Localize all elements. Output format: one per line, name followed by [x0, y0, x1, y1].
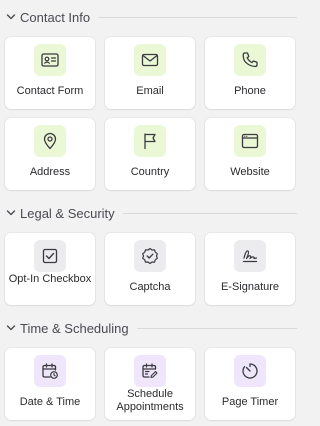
field-label: Page Timer	[221, 396, 279, 408]
field-card-e-signature[interactable]: E-Signature	[205, 233, 295, 305]
calendar-edit-icon	[134, 355, 166, 387]
badge-check-icon	[134, 240, 166, 272]
chevron-down-icon	[4, 323, 18, 333]
field-card-country[interactable]: Country	[105, 118, 195, 190]
field-card-email[interactable]: Email	[105, 37, 195, 109]
browser-window-icon	[234, 125, 266, 157]
timer-icon	[234, 355, 266, 387]
field-label: Date & Time	[19, 396, 81, 408]
envelope-icon	[134, 44, 166, 76]
checkbox-icon	[34, 240, 66, 272]
field-card-phone[interactable]: Phone	[205, 37, 295, 109]
divider	[98, 16, 297, 18]
field-card-schedule-appointments[interactable]: Schedule Appointments	[105, 348, 195, 420]
field-label: Opt-In Checkbox	[8, 273, 92, 285]
phone-icon	[234, 44, 266, 76]
field-card-captcha[interactable]: Captcha	[105, 233, 195, 305]
map-pin-icon	[34, 125, 66, 157]
section-title: Contact Info	[20, 9, 91, 25]
field-label: Website	[230, 166, 270, 178]
field-card-address[interactable]: Address	[5, 118, 95, 190]
field-label: Phone	[234, 85, 266, 97]
divider	[136, 327, 297, 329]
field-card-page-timer[interactable]: Page Timer	[205, 348, 295, 420]
field-label: Email	[136, 85, 164, 97]
section-header-contact-info[interactable]: Contact Info	[0, 7, 303, 27]
section-header-legal-security[interactable]: Legal & Security	[0, 203, 303, 223]
chevron-down-icon	[4, 208, 18, 218]
field-label: Contact Form	[16, 85, 84, 97]
field-label: Captcha	[129, 281, 171, 293]
field-label: Schedule Appointments	[116, 388, 184, 413]
field-card-opt-in-checkbox[interactable]: Opt-In Checkbox	[5, 233, 95, 305]
field-card-contact-form[interactable]: Contact Form	[5, 37, 95, 109]
field-palette-panel: Contact Info Contact Form Email Phone Ad…	[0, 0, 303, 426]
field-card-website[interactable]: Website	[205, 118, 295, 190]
section-header-time-scheduling[interactable]: Time & Scheduling	[0, 318, 303, 338]
id-card-icon	[34, 44, 66, 76]
section-title: Legal & Security	[20, 205, 115, 221]
signature-icon	[234, 240, 266, 272]
flag-icon	[134, 125, 166, 157]
field-label: Address	[29, 166, 71, 178]
field-label: E-Signature	[220, 281, 280, 293]
field-label: Country	[130, 166, 170, 178]
calendar-clock-icon	[34, 355, 66, 387]
field-card-date-time[interactable]: Date & Time	[5, 348, 95, 420]
divider	[122, 212, 297, 214]
chevron-down-icon	[4, 12, 18, 22]
section-title: Time & Scheduling	[20, 320, 129, 336]
